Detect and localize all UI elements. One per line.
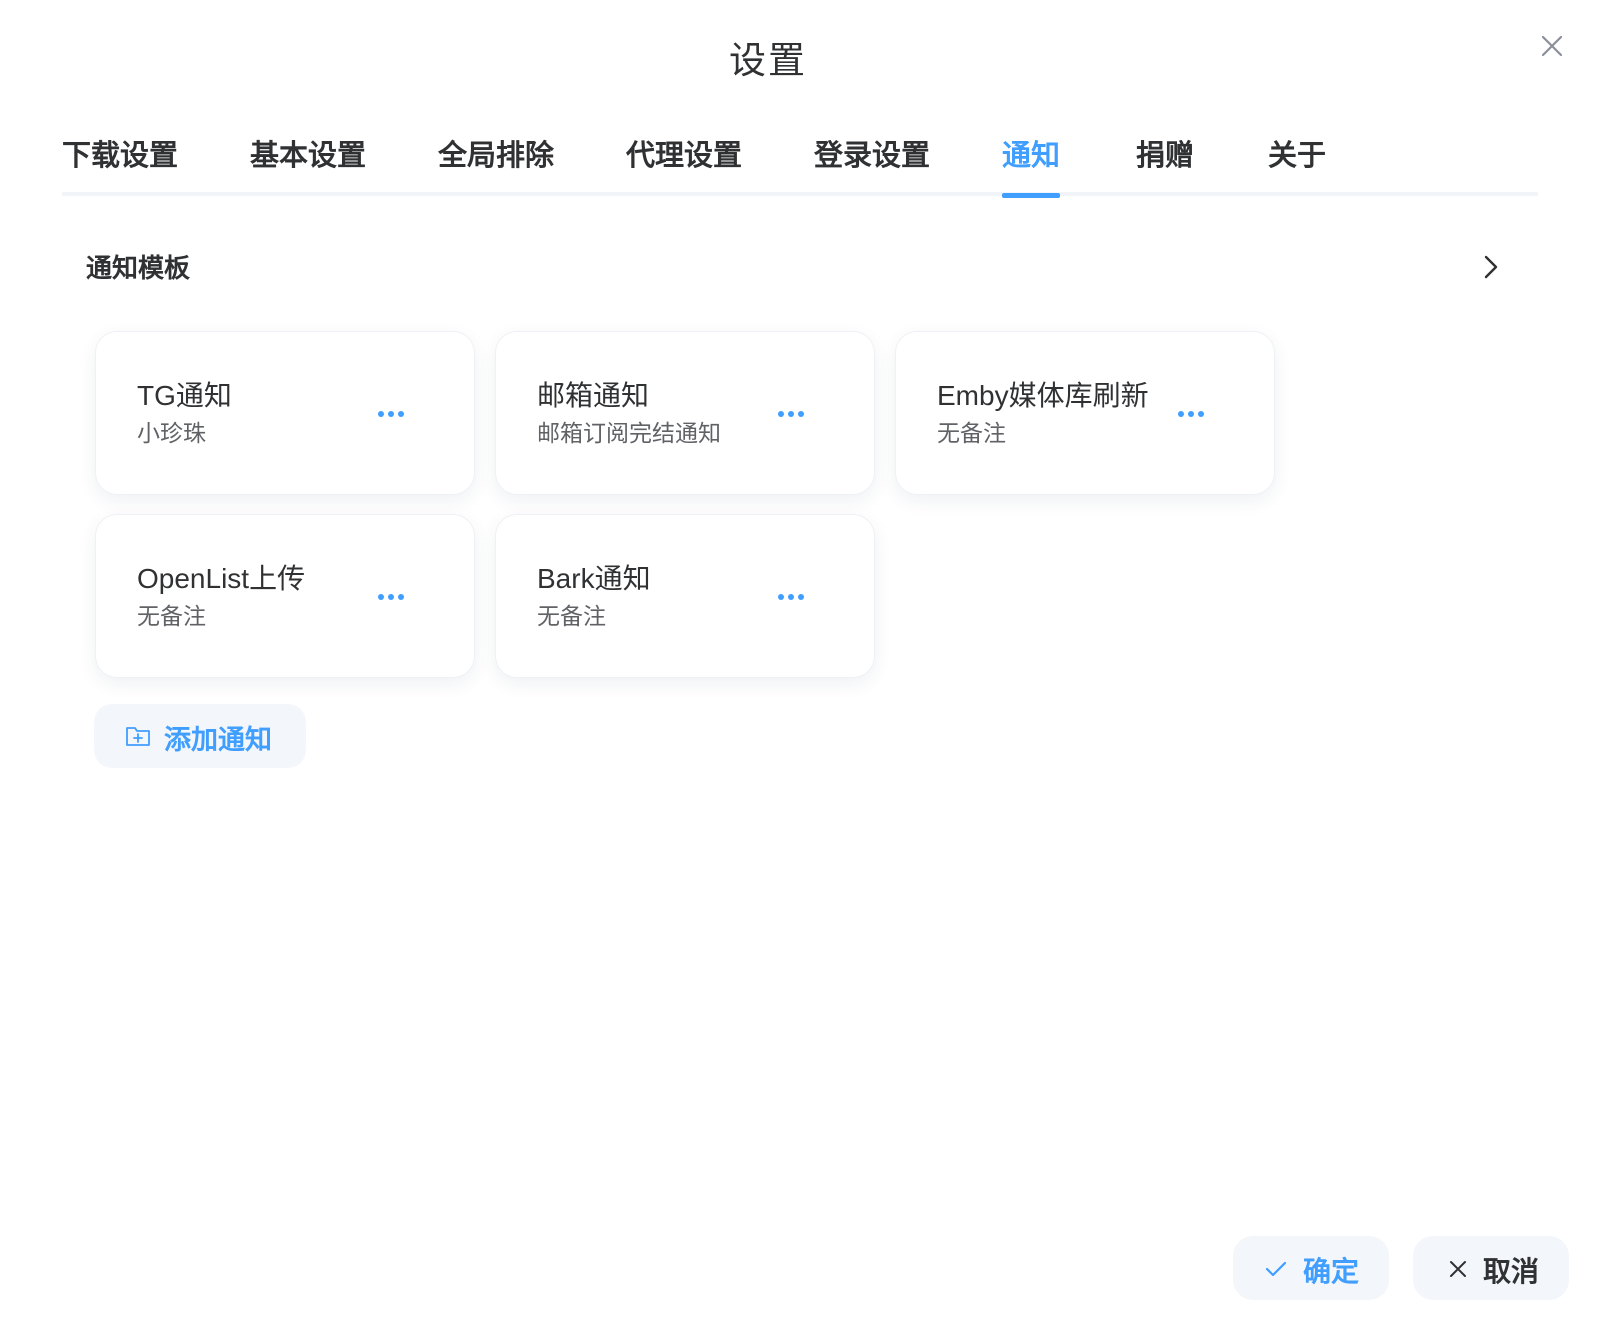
more-icon[interactable] bbox=[374, 583, 408, 611]
cancel-button[interactable]: 取消 bbox=[1413, 1236, 1569, 1300]
tab-about[interactable]: 关于 bbox=[1268, 132, 1326, 188]
card-subtitle: 无备注 bbox=[537, 604, 606, 630]
tab-download-settings[interactable]: 下载设置 bbox=[62, 132, 178, 188]
notification-card-tg[interactable]: TG通知 小珍珠 bbox=[95, 331, 475, 495]
tab-bar: 下载设置 基本设置 全局排除 代理设置 登录设置 通知 捐赠 关于 bbox=[62, 124, 1538, 198]
tab-donate[interactable]: 捐赠 bbox=[1136, 132, 1194, 188]
card-subtitle: 邮箱订阅完结通知 bbox=[537, 421, 721, 447]
card-title: Emby媒体库刷新 bbox=[937, 380, 1149, 411]
more-icon[interactable] bbox=[374, 400, 408, 428]
confirm-button[interactable]: 确定 bbox=[1233, 1236, 1389, 1300]
more-icon[interactable] bbox=[774, 400, 808, 428]
add-notification-button[interactable]: 添加通知 bbox=[94, 704, 306, 768]
notification-card-emby[interactable]: Emby媒体库刷新 无备注 bbox=[895, 331, 1275, 495]
close-button[interactable] bbox=[1534, 28, 1570, 64]
chevron-right-icon bbox=[1484, 255, 1498, 279]
tab-notification[interactable]: 通知 bbox=[1002, 132, 1061, 198]
add-notification-label: 添加通知 bbox=[164, 725, 272, 756]
folder-add-icon bbox=[126, 727, 150, 746]
cancel-label: 取消 bbox=[1483, 1255, 1540, 1288]
more-icon[interactable] bbox=[774, 583, 808, 611]
tab-global-exclude[interactable]: 全局排除 bbox=[438, 132, 554, 188]
dialog-title: 设置 bbox=[729, 39, 807, 82]
notification-card-bark[interactable]: Bark通知 无备注 bbox=[495, 514, 875, 678]
section-title: 通知模板 bbox=[86, 254, 191, 284]
more-icon[interactable] bbox=[1174, 400, 1208, 428]
card-title: 邮箱通知 bbox=[537, 380, 650, 411]
tab-basic-settings[interactable]: 基本设置 bbox=[250, 132, 366, 188]
section-header-notification-templates[interactable]: 通知模板 bbox=[86, 248, 1506, 288]
card-title: OpenList上传 bbox=[137, 563, 306, 594]
card-subtitle: 无备注 bbox=[937, 421, 1006, 447]
card-subtitle: 小珍珠 bbox=[137, 421, 206, 447]
card-title: TG通知 bbox=[137, 380, 232, 411]
notification-card-email[interactable]: 邮箱通知 邮箱订阅完结通知 bbox=[495, 331, 875, 495]
tab-proxy-settings[interactable]: 代理设置 bbox=[626, 132, 742, 188]
close-icon bbox=[1450, 1261, 1466, 1277]
card-title: Bark通知 bbox=[537, 563, 651, 594]
settings-dialog: 设置 下载设置 基本设置 全局排除 代理设置 登录设置 通知 捐赠 关于 通知模… bbox=[0, 0, 1600, 1332]
card-subtitle: 无备注 bbox=[137, 604, 206, 630]
close-icon bbox=[1541, 35, 1563, 57]
notification-card-openlist[interactable]: OpenList上传 无备注 bbox=[95, 514, 475, 678]
check-icon bbox=[1265, 1261, 1287, 1277]
confirm-label: 确定 bbox=[1303, 1255, 1360, 1288]
tab-login-settings[interactable]: 登录设置 bbox=[814, 132, 930, 188]
